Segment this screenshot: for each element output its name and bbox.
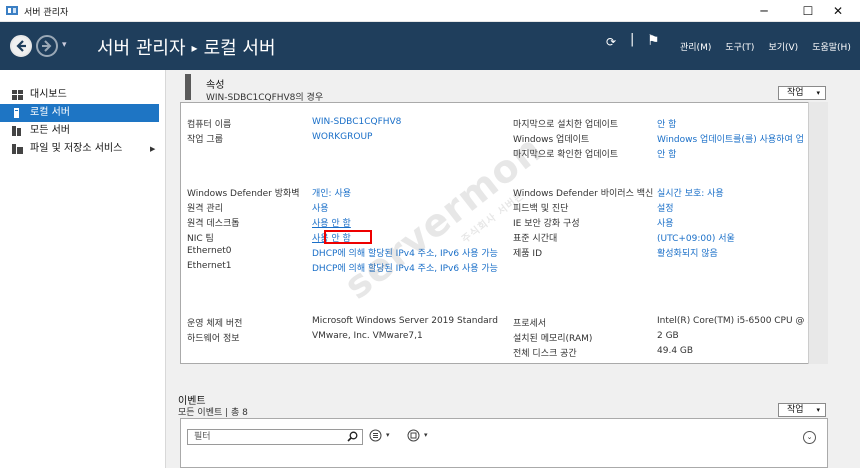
prop-label: Ethernet1 — [187, 261, 232, 271]
events-subtitle: 모든 이벤트 | 총 8 — [178, 408, 248, 418]
defender-antivirus-link[interactable]: 실시간 보호: 사용 — [657, 186, 724, 199]
menu-tools[interactable]: 도구(T) — [725, 40, 754, 53]
refresh-icon[interactable]: ⟳ — [606, 35, 616, 49]
memory-value: 2 GB — [657, 331, 679, 341]
sidebar-item-dashboard[interactable]: 대시보드 — [0, 86, 165, 104]
menu-view[interactable]: 보기(V) — [768, 40, 798, 53]
sidebar: 대시보드 로컬 서버 모든 서버 파일 및 저장소 서비스 ▶ — [0, 70, 166, 468]
list-options-icon[interactable] — [369, 429, 382, 442]
breadcrumb-current: 로컬 서버 — [203, 38, 276, 59]
prop-label: 컴퓨터 이름 — [187, 120, 232, 130]
last-checked-update-link[interactable]: 안 함 — [657, 147, 676, 160]
filter-placeholder: 필터 — [194, 432, 211, 442]
time-zone-link[interactable]: (UTC+09:00) 서울 — [657, 231, 735, 244]
expand-arrow-icon[interactable]: ▶ — [150, 140, 155, 158]
breadcrumb-root[interactable]: 서버 관리자 — [97, 38, 186, 59]
computer-name-link[interactable]: WIN-SDBC1CQFHV8 — [312, 117, 401, 127]
breadcrumb: 서버 관리자 ▸ 로컬 서버 — [97, 34, 276, 60]
remote-desktop-link[interactable]: 사용 안 함 — [312, 216, 351, 229]
top-menu: 관리(M) 도구(T) 보기(V) 도움말(H) — [680, 40, 851, 53]
prop-label: NIC 팀 — [187, 234, 214, 244]
feedback-diagnostics-link[interactable]: 설정 — [657, 201, 674, 214]
highlight-box — [324, 230, 372, 244]
storage-icon — [12, 144, 23, 154]
prop-label: Windows Defender 방화벽 — [187, 189, 300, 199]
processor-value: Intel(R) Core(TM) i5-6500 CPU @ 3.20G — [657, 316, 828, 326]
firewall-link[interactable]: 개인: 사용 — [312, 186, 351, 199]
arrow-left-icon — [16, 40, 26, 52]
menu-manage[interactable]: 관리(M) — [680, 40, 711, 53]
prop-label: 운영 체제 버전 — [187, 319, 243, 329]
app-header: ▾ 서버 관리자 ▸ 로컬 서버 ⟳ | ⚑ 관리(M) 도구(T) 보기(V) 도… — [0, 22, 860, 70]
disk-space-value: 49.4 GB — [657, 346, 694, 356]
sidebar-item-label: 모든 서버 — [30, 125, 70, 136]
sidebar-item-all-servers[interactable]: 모든 서버 — [0, 122, 165, 140]
last-installed-update-link[interactable]: 안 함 — [657, 117, 676, 130]
local-server-icon — [14, 108, 19, 118]
prop-label: 표준 시간대 — [513, 234, 558, 244]
sidebar-item-label: 로컬 서버 — [30, 107, 70, 118]
prop-label: IE 보안 강화 구성 — [513, 219, 580, 229]
prop-label: 전체 디스크 공간 — [513, 349, 577, 359]
list-options-caret-icon[interactable]: ▾ — [386, 431, 390, 439]
prop-label: 프로세서 — [513, 319, 547, 329]
search-icon[interactable] — [347, 431, 358, 442]
task-button-label: 작업 — [787, 88, 804, 98]
sidebar-item-file-storage[interactable]: 파일 및 저장소 서비스 ▶ — [0, 140, 165, 158]
save-query-caret-icon[interactable]: ▾ — [424, 431, 428, 439]
breadcrumb-separator-icon: ▸ — [191, 41, 198, 55]
caret-down-icon: ▾ — [816, 406, 820, 414]
properties-scrollbar[interactable] — [808, 102, 828, 364]
ie-esc-link[interactable]: 사용 — [657, 216, 674, 229]
prop-label: 작업 그룹 — [187, 135, 223, 145]
prop-label: 원격 관리 — [187, 204, 223, 214]
close-button[interactable]: ✕ — [816, 0, 860, 22]
minimize-button[interactable]: ─ — [742, 0, 786, 22]
caret-down-icon: ▾ — [816, 89, 820, 97]
remote-management-link[interactable]: 사용 — [312, 201, 329, 214]
prop-label: 마지막으로 설치한 업데이트 — [513, 120, 619, 130]
menu-help[interactable]: 도움말(H) — [812, 40, 851, 53]
back-button[interactable] — [10, 35, 32, 57]
prop-label: 원격 데스크톱 — [187, 219, 240, 229]
prop-label: Ethernet0 — [187, 246, 232, 256]
sidebar-item-local-server[interactable]: 로컬 서버 — [0, 104, 159, 122]
server-manager-app-icon — [6, 6, 18, 15]
save-query-icon[interactable] — [407, 429, 420, 442]
forward-button[interactable] — [36, 35, 58, 57]
servers-icon — [12, 126, 21, 136]
hardware-value: VMware, Inc. VMware7,1 — [312, 331, 423, 341]
workgroup-link[interactable]: WORKGROUP — [312, 132, 372, 142]
divider: | — [630, 32, 635, 47]
prop-label: 하드웨어 정보 — [187, 334, 240, 344]
events-panel: 필터 ▾ ▾ ⌄ — [180, 418, 828, 468]
section-marker — [185, 74, 191, 100]
properties-title: 속성 — [206, 80, 225, 91]
events-filter-input[interactable]: 필터 — [187, 429, 363, 445]
window-title: 서버 관리자 — [24, 8, 69, 18]
windows-update-link[interactable]: Windows 업데이트를(를) 사용하여 업 — [657, 132, 804, 145]
arrow-right-icon — [42, 40, 52, 52]
product-id-link[interactable]: 활성화되지 않음 — [657, 246, 718, 259]
prop-label: 제품 ID — [513, 249, 543, 259]
sidebar-item-label: 대시보드 — [30, 89, 67, 100]
sidebar-item-label: 파일 및 저장소 서비스 — [30, 143, 123, 154]
main-content: 속성 WIN-SDBC1CQFHV8의 경우 작업 ▾ 컴퓨터 이름 WIN-S… — [166, 70, 860, 468]
prop-label: 설치된 메모리(RAM) — [513, 334, 593, 344]
task-button-label: 작업 — [787, 405, 804, 415]
properties-task-button[interactable]: 작업 ▾ — [778, 86, 826, 100]
dashboard-icon — [12, 90, 23, 100]
os-version-value: Microsoft Windows Server 2019 Standard — [312, 316, 498, 326]
history-dropdown-button[interactable]: ▾ — [62, 40, 67, 50]
properties-panel: 컴퓨터 이름 WIN-SDBC1CQFHV8 작업 그룹 WORKGROUP W… — [180, 102, 828, 364]
expand-icon[interactable]: ⌄ — [803, 431, 816, 444]
events-task-button[interactable]: 작업 ▾ — [778, 403, 826, 417]
title-bar: 서버 관리자 ─ ☐ ✕ — [0, 0, 860, 22]
notifications-flag-icon[interactable]: ⚑ — [647, 33, 660, 49]
